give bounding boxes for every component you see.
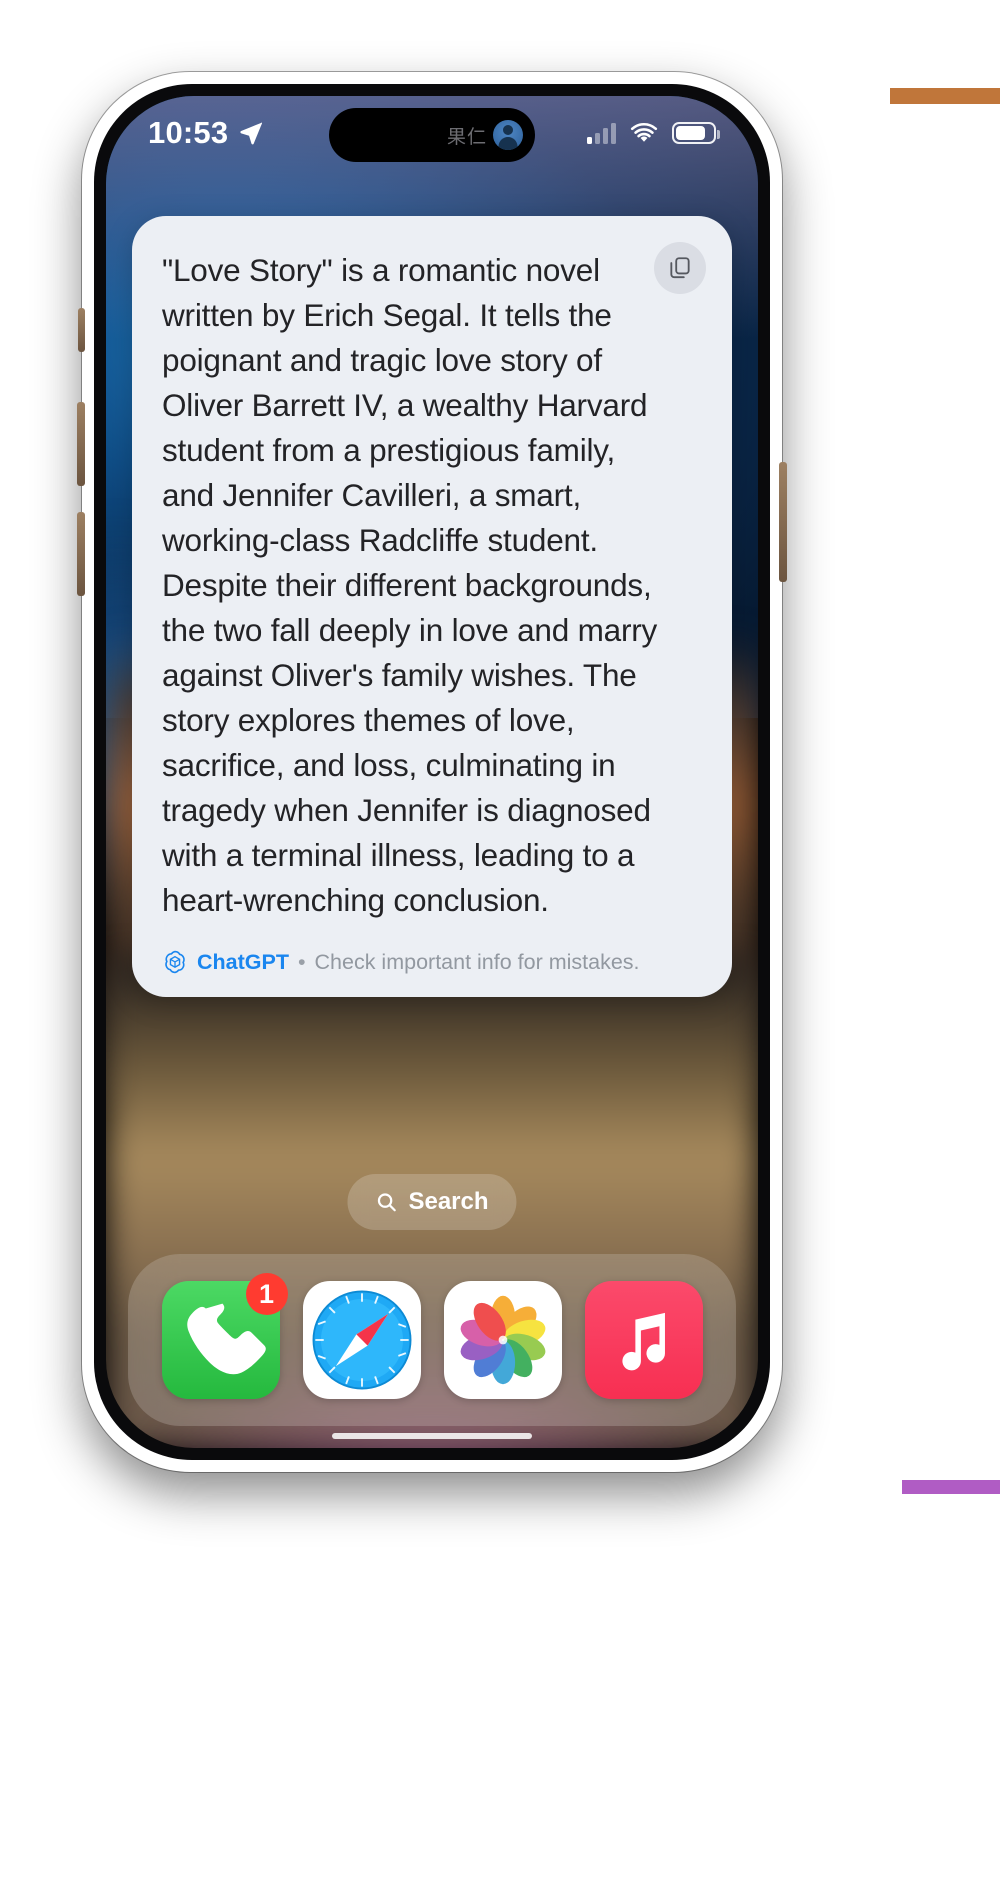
background-strip-bottom-right — [902, 1480, 1000, 1494]
volume-up-button[interactable] — [77, 402, 85, 486]
status-bar-clock: 10:53 — [148, 115, 229, 150]
dock-app-safari[interactable] — [302, 1281, 421, 1399]
dynamic-island[interactable]: 果仁 — [329, 108, 535, 162]
copy-documents-icon[interactable] — [654, 242, 706, 294]
photos-app-tile — [443, 1281, 562, 1399]
volume-down-button[interactable] — [77, 512, 85, 596]
safari-app-tile — [302, 1281, 421, 1399]
photos-pinwheel-icon — [460, 1295, 545, 1385]
background-strip-top-right — [890, 88, 1000, 104]
phone-device: 10:53 果仁 "Love Story" is a romantic nove… — [77, 72, 787, 1472]
home-indicator — [332, 1433, 532, 1439]
dock: 1 — [128, 1254, 736, 1426]
location-arrow-icon — [240, 122, 263, 145]
music-app-tile — [584, 1281, 703, 1399]
status-bar-right — [587, 122, 720, 144]
dock-app-music[interactable] — [584, 1281, 703, 1399]
music-note-icon — [621, 1312, 665, 1371]
answer-card-footer: ChatGPT • Check important info for mista… — [162, 949, 702, 975]
search-pill-label: Search — [408, 1188, 489, 1215]
phone-screen: 10:53 果仁 "Love Story" is a romantic nove… — [106, 96, 758, 1448]
safari-compass-icon — [312, 1290, 411, 1390]
contact-avatar-icon — [493, 120, 523, 150]
chatgpt-answer-card: "Love Story" is a romantic novel written… — [132, 216, 732, 997]
chatgpt-brand-label: ChatGPT — [197, 949, 289, 974]
status-bar-left: 10:53 — [148, 115, 264, 151]
footer-disclaimer: Check important info for mistakes. — [314, 949, 640, 974]
wifi-icon — [630, 122, 658, 142]
search-pill-button[interactable]: Search — [347, 1174, 517, 1230]
phone-badge-count: 1 — [245, 1273, 288, 1315]
answer-text: "Love Story" is a romantic novel written… — [162, 252, 658, 918]
island-contact-name: 果仁 — [446, 126, 487, 148]
chatgpt-logo-icon — [165, 950, 185, 974]
power-button[interactable] — [779, 462, 787, 582]
copy-icon-glyph — [670, 257, 690, 279]
footer-separator: • — [297, 949, 306, 974]
battery-icon — [672, 122, 720, 144]
cellular-bars-icon — [587, 122, 616, 144]
battery-fill-level — [676, 126, 705, 140]
silent-switch-button[interactable] — [78, 308, 85, 352]
search-icon — [377, 1193, 396, 1212]
dock-app-photos[interactable] — [443, 1281, 562, 1399]
dock-app-phone[interactable]: 1 — [161, 1273, 288, 1399]
